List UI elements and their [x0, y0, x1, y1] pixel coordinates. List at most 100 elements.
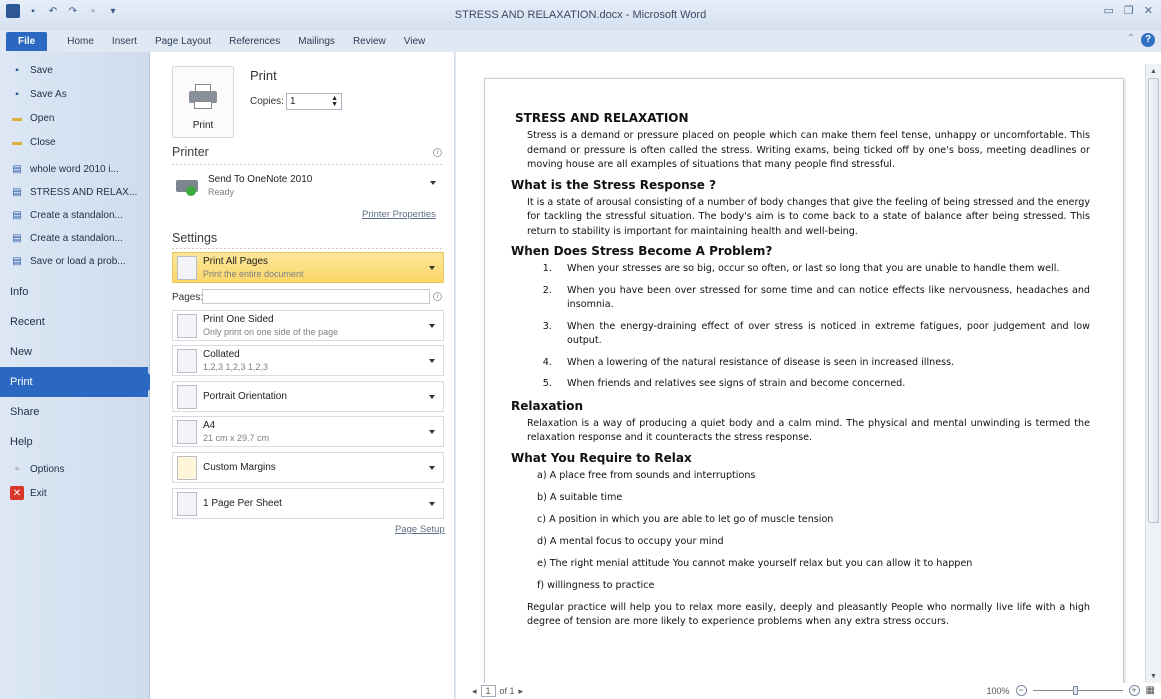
doc-paragraph: It is a state of arousal consisting of a…: [527, 196, 1090, 237]
info-icon[interactable]: i: [433, 148, 442, 157]
margins-icon: [177, 455, 197, 480]
title-bar: W ▪ ↶ ↷ ▫ ▾ STRESS AND RELAXATION.docx -…: [0, 0, 1161, 30]
scroll-up-icon[interactable]: ▲: [1148, 66, 1159, 77]
doc-title: STRESS AND RELAXATION: [515, 111, 689, 125]
page-navigator: ◂ 1 of 1 ▸: [472, 685, 523, 697]
print-range-dropdown[interactable]: Print All Pages Print the entire document: [172, 252, 444, 283]
nav-open[interactable]: ▬ Open: [0, 106, 149, 130]
folder-close-icon: ▬: [12, 136, 22, 148]
chevron-down-icon: [429, 266, 435, 270]
ribbon-tabs: File Home Insert Page Layout References …: [0, 30, 1161, 52]
pages-per-sheet-dropdown[interactable]: 1 Page Per Sheet: [172, 488, 444, 519]
recent-doc-item[interactable]: ▤ Save or load a prob...: [0, 250, 149, 273]
word-doc-icon: ▤: [12, 164, 22, 175]
exit-icon: ✕: [10, 486, 24, 500]
divider: [172, 248, 444, 249]
pages-input[interactable]: [202, 289, 430, 304]
page-count: of 1: [499, 686, 515, 696]
nav-help[interactable]: Help: [0, 427, 149, 457]
backstage-nav: ▪ Save ▪ Save As ▬ Open ▬ Close ▤ whole word …: [0, 52, 158, 699]
nav-share[interactable]: Share: [0, 397, 149, 427]
chevron-down-icon: [429, 430, 435, 434]
minimize-icon[interactable]: ▭: [1104, 4, 1114, 17]
one-sided-icon: [177, 313, 197, 338]
tab-file[interactable]: File: [6, 31, 48, 51]
margins-dropdown[interactable]: Custom Margins: [172, 452, 444, 483]
collation-dropdown[interactable]: Collated 1,2,3 1,2,3 1,2,3: [172, 345, 444, 376]
nav-exit[interactable]: ✕ Exit: [0, 481, 149, 505]
tab-page-layout[interactable]: Page Layout: [155, 36, 211, 47]
page-number-input[interactable]: 1: [480, 685, 496, 697]
nav-save[interactable]: ▪ Save: [0, 58, 149, 82]
nav-recent[interactable]: Recent: [0, 307, 149, 337]
doc-paragraph: Stress is a demand or pressure placed on…: [527, 130, 1090, 170]
nav-save-as[interactable]: ▪ Save As: [0, 82, 149, 106]
paper-size-dropdown[interactable]: A4 21 cm x 29.7 cm: [172, 416, 444, 447]
close-icon[interactable]: ✕: [1144, 4, 1153, 17]
recent-doc-item[interactable]: ▤ Create a standalon...: [0, 204, 149, 227]
spinner-icon[interactable]: ▲ ▼: [331, 95, 338, 108]
nav-info[interactable]: Info: [0, 277, 149, 307]
tab-home[interactable]: Home: [67, 36, 94, 47]
chevron-down-icon: [429, 359, 435, 363]
window-title: STRESS AND RELAXATION.docx - Microsoft W…: [454, 9, 707, 21]
word-doc-icon: ▤: [12, 233, 22, 244]
minimize-ribbon-icon[interactable]: ⌃: [1127, 33, 1135, 44]
tab-references[interactable]: References: [229, 36, 280, 47]
folder-open-icon: ▬: [12, 112, 22, 124]
zoom-out-icon[interactable]: −: [1015, 685, 1027, 696]
print-heading: Print: [250, 68, 277, 83]
word-doc-icon: ▤: [12, 210, 22, 221]
zoom-control: 100% − + ▦: [987, 685, 1155, 696]
zoom-in-icon[interactable]: +: [1128, 685, 1140, 696]
document-pages-icon: [177, 255, 197, 280]
nav-options[interactable]: ▫ Options: [0, 457, 149, 481]
tab-view[interactable]: View: [404, 36, 426, 47]
copies-stepper[interactable]: 1 ▲ ▼: [286, 93, 342, 110]
nav-close[interactable]: ▬ Close: [0, 130, 149, 154]
doc-paragraph: Relaxation is a way of producing a quiet…: [527, 417, 1090, 444]
tab-mailings[interactable]: Mailings: [298, 36, 335, 47]
zoom-to-page-icon[interactable]: ▦: [1146, 685, 1155, 696]
nav-new[interactable]: New: [0, 337, 149, 367]
help-icon[interactable]: ?: [1141, 33, 1155, 47]
copies-value: 1: [290, 96, 296, 107]
sides-dropdown[interactable]: Print One Sided Only print on one side of…: [172, 310, 444, 341]
printer-dropdown[interactable]: Send To OneNote 2010 Ready: [172, 168, 444, 204]
chevron-down-icon: [429, 466, 435, 470]
orientation-dropdown[interactable]: Portrait Orientation: [172, 381, 444, 412]
doc-heading: Relaxation: [511, 398, 584, 413]
list-item: When friends and relatives see signs of …: [555, 377, 1090, 392]
chevron-down-icon: [429, 395, 435, 399]
preview-page: STRESS AND RELAXATION Stress is a demand…: [484, 78, 1124, 688]
list-item: d) A mental focus to occupy your mind: [537, 535, 724, 547]
tab-insert[interactable]: Insert: [112, 36, 137, 47]
zoom-level[interactable]: 100%: [987, 686, 1010, 696]
recent-doc-item[interactable]: ▤ whole word 2010 i...: [0, 158, 149, 181]
restore-icon[interactable]: ❐: [1124, 4, 1134, 17]
list-item: b) A suitable time: [537, 491, 623, 503]
print-button[interactable]: Print: [172, 66, 234, 138]
lettered-list: a) A place free from sounds and interrup…: [537, 469, 1090, 593]
page-setup-link[interactable]: Page Setup: [395, 524, 445, 535]
printer-properties-link[interactable]: Printer Properties: [362, 209, 436, 220]
zoom-slider-knob[interactable]: [1072, 686, 1078, 695]
recent-doc-item[interactable]: ▤ STRESS AND RELAX...: [0, 181, 149, 204]
doc-heading: What You Require to Relax: [511, 450, 692, 465]
list-item: e) The right menial attitude You cannot …: [537, 557, 973, 569]
zoom-slider[interactable]: [1032, 686, 1123, 695]
tab-review[interactable]: Review: [353, 36, 386, 47]
vertical-scrollbar[interactable]: ▲ ▼: [1145, 64, 1161, 684]
info-icon[interactable]: i: [433, 292, 442, 301]
next-page-icon[interactable]: ▸: [519, 686, 524, 697]
nav-print[interactable]: Print: [0, 367, 158, 397]
scroll-down-icon[interactable]: ▼: [1148, 671, 1159, 682]
paper-size-icon: [177, 419, 197, 444]
doc-heading: What is the Stress Response ?: [511, 177, 717, 192]
list-item: a) A place free from sounds and interrup…: [537, 469, 756, 481]
print-settings-panel: Print Print Copies: 1 ▲ ▼ Printer i Send …: [150, 52, 455, 699]
prev-page-icon[interactable]: ◂: [472, 686, 477, 697]
copies-label: Copies:: [250, 96, 284, 107]
recent-doc-item[interactable]: ▤ Create a standalon...: [0, 227, 149, 250]
scroll-thumb[interactable]: [1148, 78, 1159, 523]
